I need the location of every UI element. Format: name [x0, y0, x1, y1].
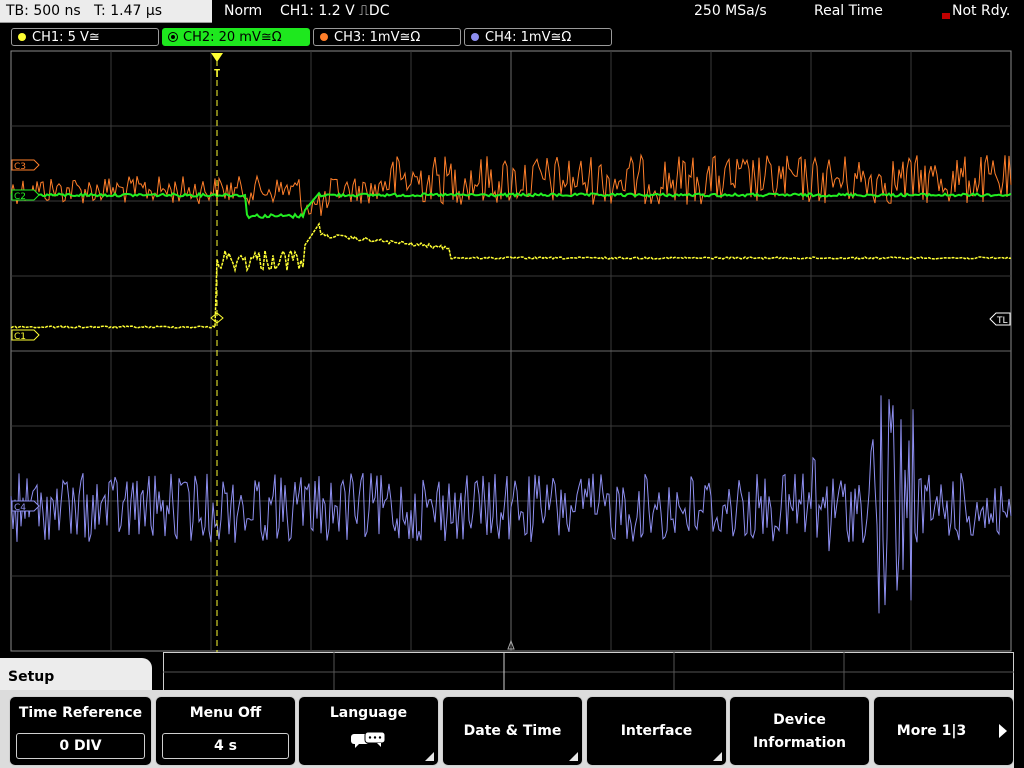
channel-4-label: CH4: 1mV≅Ω	[485, 30, 572, 45]
trigger-position-marker[interactable]: T	[211, 53, 223, 80]
channel-4-marker-label: C4	[14, 503, 26, 513]
channel-2-marker-label: C2	[14, 192, 26, 202]
device-information-softkey[interactable]: Device Information	[729, 696, 870, 766]
submenu-corner-icon	[425, 752, 434, 761]
channel-3-label: CH3: 1mV≅Ω	[334, 30, 421, 45]
trigger-state: Not Rdy.	[952, 3, 1011, 19]
channel-3-marker-label: C3	[14, 162, 26, 172]
date-time-label: Date & Time	[463, 723, 562, 739]
right-edge	[1014, 690, 1024, 768]
device-information-label-line2: Information	[753, 735, 846, 751]
status-bar: TB: 500 ns T: 1.47 µs Norm CH1: 1.2 V ⎍D…	[0, 0, 1024, 25]
menu-off-value[interactable]: 4 s	[162, 733, 289, 759]
timebase-value: TB: 500 ns	[6, 3, 81, 19]
submenu-corner-icon	[569, 752, 578, 761]
overview-strip[interactable]	[163, 652, 1014, 692]
language-label: Language	[329, 705, 408, 721]
time-reference-value[interactable]: 0 DIV	[16, 733, 145, 759]
channel-1-marker-label: C1	[14, 332, 26, 342]
trigger-position-label: T	[214, 67, 221, 80]
sample-rate: 250 MSa/s	[694, 3, 767, 19]
channel-1-tab[interactable]: CH1: 5 V≅	[11, 28, 159, 46]
channel-2-offset-marker[interactable]: C2	[11, 189, 40, 202]
channel-4-dot-icon	[471, 33, 479, 41]
date-time-softkey[interactable]: Date & Time	[442, 696, 583, 766]
trigger-arrow-icon	[211, 53, 223, 62]
time-reference-label: Time Reference	[18, 705, 143, 721]
waveform-display[interactable]: T C3 C2 C1 C4 TL	[0, 50, 1024, 655]
menu-title: Setup	[8, 669, 55, 685]
channel-3-offset-marker[interactable]: C3	[11, 159, 40, 172]
device-information-label-line1: Device	[773, 712, 826, 728]
channel-2-label: CH2: 20 mV≅Ω	[183, 30, 282, 45]
time-reference-softkey[interactable]: Time Reference 0 DIV	[9, 696, 152, 766]
trigger-source[interactable]: CH1: 1.2 V ⎍DC	[280, 0, 389, 23]
channel-2-tab[interactable]: CH2: 20 mV≅Ω	[162, 28, 310, 46]
speech-bubbles-icon	[351, 731, 386, 748]
language-softkey[interactable]: Language	[298, 696, 439, 766]
timebase-readout[interactable]: TB: 500 ns T: 1.47 µs	[0, 0, 212, 23]
trigger-level-marker[interactable]: TL	[989, 312, 1011, 326]
channel-2-dot-icon	[168, 32, 178, 42]
channel-4-tab[interactable]: CH4: 1mV≅Ω	[464, 28, 612, 46]
channel-1-label: CH1: 5 V≅	[32, 30, 100, 45]
interface-softkey[interactable]: Interface	[586, 696, 727, 766]
next-page-arrow-icon	[999, 724, 1007, 738]
menu-off-label: Menu Off	[189, 705, 262, 721]
interface-label: Interface	[620, 723, 693, 739]
trigger-time-value: T: 1.47 µs	[94, 3, 163, 19]
more-label: More 1|3	[896, 723, 967, 739]
channel-1-dot-icon	[18, 33, 26, 41]
trigger-mode[interactable]: Norm	[224, 0, 262, 23]
graticule-grid	[10, 50, 1012, 652]
submenu-corner-icon	[713, 752, 722, 761]
channel-1-offset-marker[interactable]: C1	[11, 329, 40, 342]
more-softkey[interactable]: More 1|3	[873, 696, 1014, 766]
trigger-status-icon	[942, 13, 950, 19]
menu-off-softkey[interactable]: Menu Off 4 s	[155, 696, 296, 766]
channel-4-offset-marker[interactable]: C4	[11, 500, 40, 513]
acquisition-mode[interactable]: Real Time	[814, 0, 883, 23]
channel-3-tab[interactable]: CH3: 1mV≅Ω	[313, 28, 461, 46]
channel-3-dot-icon	[320, 33, 328, 41]
trigger-level-label: TL	[996, 316, 1008, 326]
